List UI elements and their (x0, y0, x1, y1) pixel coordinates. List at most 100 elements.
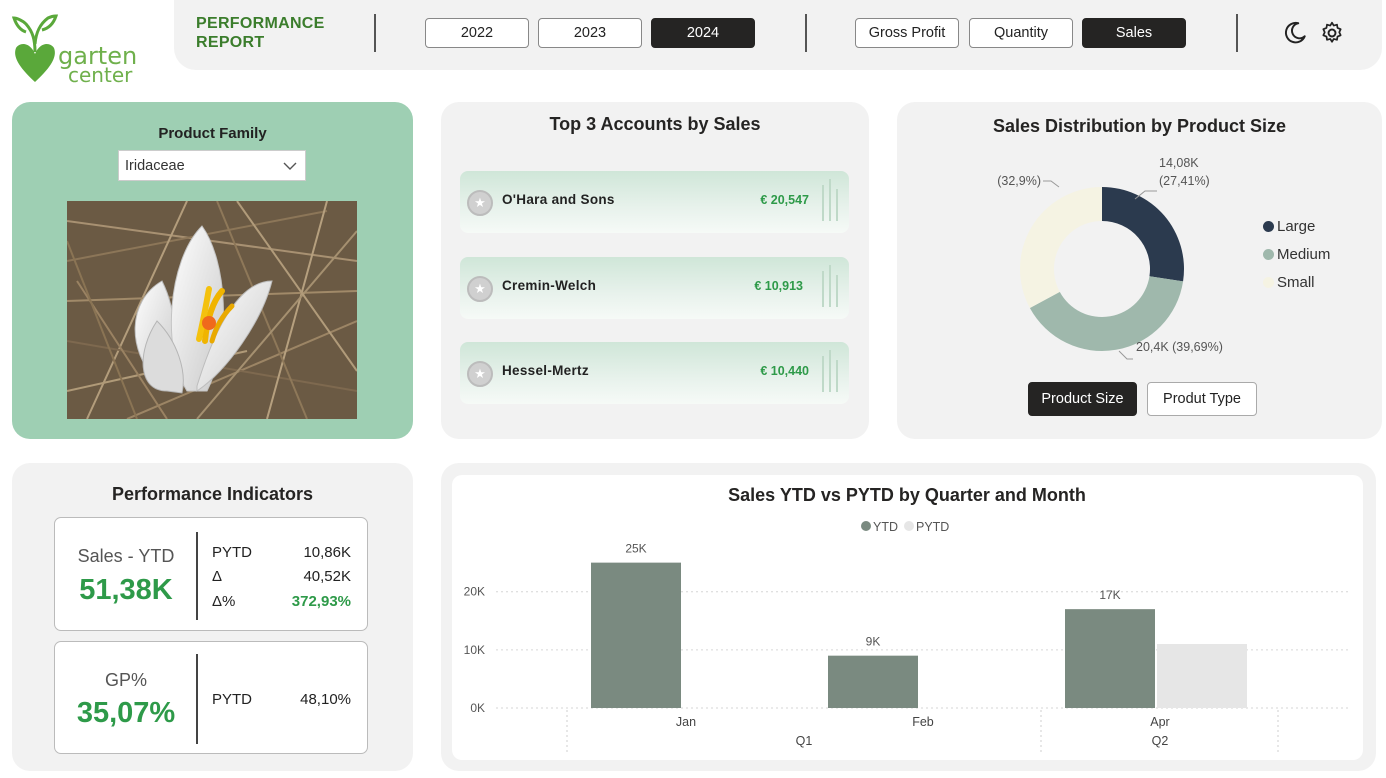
kpi-row-value: 40,52K (303, 568, 351, 585)
leader-line (1118, 350, 1133, 360)
y-tick-label: 10K (464, 643, 485, 657)
top-accounts-title: Top 3 Accounts by Sales (549, 114, 761, 134)
product-family-selected: Iridaceae (125, 158, 185, 174)
product-family-label: Product Family (158, 125, 267, 142)
legend-dot (1263, 221, 1274, 232)
distribution-title: Sales Distribution by Product Size (992, 116, 1287, 136)
kpi-row-value: 10,86K (303, 544, 351, 561)
star-icon: ★ (467, 276, 493, 302)
sales-distribution-panel: Sales Distribution by Product Size 14,08… (897, 102, 1382, 439)
legend-dot (904, 521, 914, 531)
star-icon: ★ (467, 361, 493, 387)
product-size-button[interactable]: Product Size (1028, 382, 1137, 416)
legend-dot (1263, 277, 1274, 288)
account-name: O'Hara and Sons (502, 192, 615, 207)
top-accounts-panel: Top 3 Accounts by Sales ★ O'Hara and Son… (441, 102, 869, 439)
kpi-label: GP% (104, 670, 147, 690)
logo-text-center: center (68, 63, 133, 86)
account-card[interactable]: ★ Hessel-Mertz € 10,440 (460, 342, 849, 404)
legend-dot (861, 521, 871, 531)
kpi-label: Sales - YTD (77, 546, 175, 566)
crocus-flower-image (67, 201, 357, 419)
kpi-row-value: 372,93% (291, 593, 351, 610)
x-tick-label: Jan (676, 715, 696, 729)
bar-data-label: 25K (625, 542, 646, 556)
year-2024-button[interactable]: 2024 (651, 18, 755, 48)
leader-line (1043, 180, 1060, 188)
top-bar: PERFORMANCE REPORT 2022 2023 2024 Gross … (174, 0, 1382, 70)
x-tick-label: Feb (912, 715, 934, 729)
product-family-dropdown[interactable]: Iridaceae (118, 150, 306, 181)
bar-data-label: 17K (1099, 588, 1120, 602)
slice-data-label: 14,08K (1159, 156, 1199, 170)
legend-item-medium[interactable]: Medium (1263, 246, 1330, 263)
bar-data-label: 9K (866, 635, 881, 649)
legend-label: Small (1277, 274, 1315, 291)
donut-slice-large[interactable] (1102, 187, 1184, 282)
account-card[interactable]: ★ Cremin-Welch € 10,913 (460, 257, 849, 319)
y-tick-label: 0K (470, 701, 485, 715)
gp-percent-card: GP% 35,07% PYTD 48,10% (54, 641, 368, 754)
legend-label: Medium (1277, 246, 1331, 263)
divider (196, 654, 198, 744)
star-icon: ★ (467, 190, 493, 216)
bar-ytd-apr[interactable] (1065, 609, 1155, 708)
account-sales: € 10,913 (754, 279, 803, 293)
product-family-panel: Product Family Iridaceae (12, 102, 413, 439)
quantity-button[interactable]: Quantity (969, 18, 1073, 48)
moon-icon[interactable] (1282, 20, 1308, 46)
quarter-label: Q1 (796, 734, 813, 748)
gear-icon[interactable] (1319, 20, 1345, 46)
bar-pytd-apr[interactable] (1157, 644, 1247, 708)
account-sales: € 10,440 (760, 364, 809, 378)
quarter-label: Q2 (1152, 734, 1169, 748)
legend-item-small[interactable]: Small (1263, 274, 1315, 291)
legend-item-large[interactable]: Large (1263, 218, 1315, 235)
donut-chart: 14,08K (27,41%) 20,4K (39,69%) 16,9K (32,9%… (997, 156, 1223, 360)
gross-profit-button[interactable]: Gross Profit (855, 18, 959, 48)
account-card[interactable]: ★ O'Hara and Sons € 20,547 (460, 171, 849, 233)
legend-label: Large (1277, 218, 1316, 235)
kpi-title: Performance Indicators (111, 484, 314, 504)
chart-title: Sales YTD vs PYTD by Quarter and Month (728, 485, 1086, 505)
divider (1236, 14, 1238, 52)
legend-dot (1263, 249, 1274, 260)
kpi-row-value: 48,10% (300, 691, 351, 708)
sales-ytd-vs-pytd-panel: Sales YTD vs PYTD by Quarter and Month YT… (441, 463, 1376, 771)
account-name: Cremin-Welch (502, 278, 597, 293)
chevron-down-icon (283, 162, 297, 170)
sales-button[interactable]: Sales (1082, 18, 1186, 48)
bars-decoration-icon (822, 179, 838, 221)
donut-slice-small[interactable] (1020, 187, 1102, 309)
report-title-line2: REPORT (196, 34, 265, 51)
y-tick-label: 20K (464, 585, 485, 599)
divider (374, 14, 376, 52)
legend-label[interactable]: PYTD (916, 520, 949, 534)
bar-ytd-jan[interactable] (591, 562, 681, 708)
divider (196, 532, 198, 620)
slice-data-label: 16,9K (32,9%) (997, 174, 1041, 188)
legend-label[interactable]: YTD (873, 520, 898, 534)
bars-decoration-icon (822, 265, 838, 307)
kpi-row-label: Δ (212, 568, 223, 585)
performance-indicators-panel: Performance Indicators Sales - YTD 51,38… (12, 463, 413, 771)
kpi-value: 51,38K (79, 574, 173, 606)
bar-chart: Sales YTD vs PYTD by Quarter and Month YT… (464, 485, 1348, 752)
report-title-line1: PERFORMANCE (196, 15, 325, 32)
kpi-row-label: PYTD (212, 691, 253, 708)
report-title: PERFORMANCE REPORT (196, 14, 325, 52)
kpi-row-label: PYTD (212, 544, 253, 561)
divider (805, 14, 807, 52)
kpi-row-label: Δ% (212, 593, 236, 610)
bar-ytd-feb[interactable] (828, 655, 918, 708)
product-type-button[interactable]: Produt Type (1147, 382, 1257, 416)
slice-data-label: 20,4K (39,69%) (1136, 340, 1223, 354)
sales-ytd-card: Sales - YTD 51,38K PYTD 10,86K Δ 40,52K … (54, 517, 368, 631)
account-name: Hessel-Mertz (502, 363, 589, 378)
slice-data-label: (27,41%) (1159, 174, 1210, 188)
year-2022-button[interactable]: 2022 (425, 18, 529, 48)
account-sales: € 20,547 (760, 193, 809, 207)
kpi-value: 35,07% (76, 697, 176, 729)
year-2023-button[interactable]: 2023 (538, 18, 642, 48)
bars-decoration-icon (822, 350, 838, 392)
